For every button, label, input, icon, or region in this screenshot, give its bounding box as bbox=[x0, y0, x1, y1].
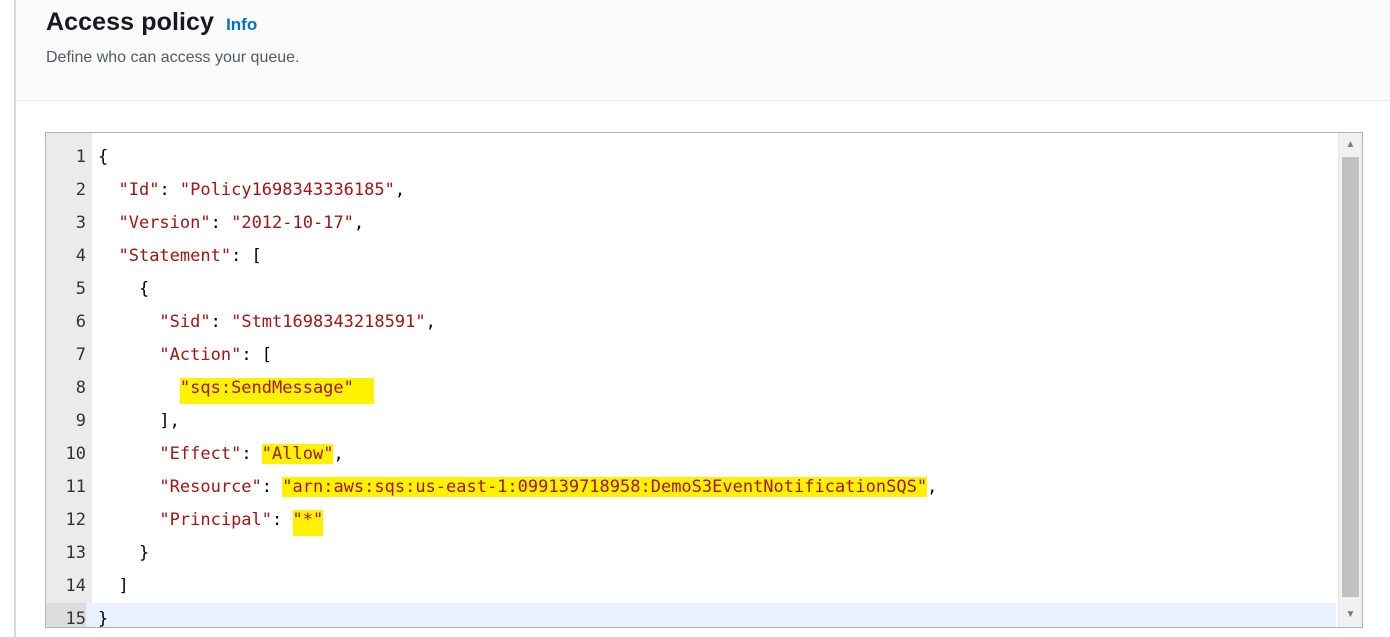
page-description: Define who can access your queue. bbox=[46, 49, 300, 66]
chevron-down-icon[interactable]: ▼ bbox=[1339, 605, 1362, 625]
code-token: : bbox=[241, 444, 262, 464]
code-token: : [ bbox=[241, 345, 273, 365]
info-link[interactable]: Info bbox=[226, 15, 257, 35]
line-number: 1 bbox=[75, 147, 86, 167]
code-token: : bbox=[272, 510, 293, 530]
highlighted-token: "Allow" bbox=[261, 444, 334, 464]
code-token: } bbox=[98, 543, 150, 563]
code-line[interactable]: 2 "Id": "Policy1698343336185", bbox=[46, 174, 1336, 207]
line-number: 10 bbox=[65, 444, 86, 464]
title-row: Access policy Info bbox=[46, 8, 257, 37]
code-text: } bbox=[98, 537, 149, 570]
line-number: 11 bbox=[65, 477, 86, 497]
code-token: ] bbox=[98, 576, 129, 596]
code-text: "Id": "Policy1698343336185", bbox=[98, 174, 405, 207]
code-text: "Action": [ bbox=[98, 339, 272, 372]
code-text: } bbox=[98, 603, 109, 628]
code-token: "Resource" bbox=[159, 477, 262, 497]
code-text: "Version": "2012-10-17", bbox=[98, 207, 364, 240]
code-token: "Policy1698343336185" bbox=[179, 180, 395, 200]
code-token: : [ bbox=[231, 246, 262, 266]
code-token: "Effect" bbox=[159, 444, 242, 464]
line-number: 15 bbox=[46, 603, 86, 627]
code-token: : bbox=[159, 180, 180, 200]
policy-json-editor[interactable]: 1{2 "Id": "Policy1698343336185", 3 "Versi… bbox=[45, 132, 1363, 628]
code-text: "Principal": "*" bbox=[98, 504, 324, 537]
line-number: 3 bbox=[75, 213, 86, 233]
line-number: 7 bbox=[75, 345, 86, 365]
code-token: : bbox=[210, 312, 232, 332]
line-number: 13 bbox=[65, 543, 86, 563]
code-token: { bbox=[98, 147, 109, 167]
code-line[interactable]: 6 "Sid": "Stmt1698343218591", bbox=[46, 306, 1336, 339]
line-number: 5 bbox=[75, 279, 86, 299]
code-line[interactable]: 15} bbox=[46, 603, 1336, 628]
code-line[interactable]: 14 ] bbox=[46, 570, 1336, 603]
line-number: 14 bbox=[65, 576, 86, 596]
code-token: } bbox=[98, 609, 109, 628]
code-token: "Action" bbox=[159, 345, 242, 365]
code-text: { bbox=[98, 141, 108, 174]
line-number: 8 bbox=[75, 378, 86, 398]
code-token: ], bbox=[98, 411, 180, 431]
code-text: { bbox=[98, 273, 149, 306]
code-token: { bbox=[98, 279, 150, 299]
code-line[interactable]: 10 "Effect": "Allow", bbox=[46, 438, 1336, 471]
code-line[interactable]: 5 { bbox=[46, 273, 1336, 306]
highlighted-token: "*" bbox=[292, 510, 324, 536]
line-number: 2 bbox=[75, 180, 86, 200]
code-text: "Effect": "Allow", bbox=[98, 438, 344, 471]
code-text: "Resource": "arn:aws:sqs:us-east-1:09913… bbox=[98, 471, 937, 504]
code-line[interactable]: 3 "Version": "2012-10-17", bbox=[46, 207, 1336, 240]
code-token: , bbox=[353, 213, 365, 233]
code-line[interactable]: 8 "sqs:SendMessage" bbox=[46, 372, 1336, 405]
code-token: : bbox=[261, 477, 283, 497]
editor-scrollbar[interactable]: ▲ ▼ bbox=[1338, 133, 1362, 627]
code-token: "Sid" bbox=[159, 312, 211, 332]
access-policy-header: Access policy Info Define who can access… bbox=[16, 0, 1390, 101]
code-text: "Sid": "Stmt1698343218591", bbox=[98, 306, 436, 339]
scrollbar-thumb[interactable] bbox=[1342, 157, 1359, 597]
code-line[interactable]: 13 } bbox=[46, 537, 1336, 570]
code-line[interactable]: 9 ], bbox=[46, 405, 1336, 438]
code-line[interactable]: 11 "Resource": "arn:aws:sqs:us-east-1:09… bbox=[46, 471, 1336, 504]
line-number: 6 bbox=[75, 312, 86, 332]
line-number: 9 bbox=[75, 411, 86, 431]
code-token: "Statement" bbox=[118, 246, 232, 266]
code-token: "2012-10-17" bbox=[231, 213, 354, 233]
code-line[interactable]: 7 "Action": [ bbox=[46, 339, 1336, 372]
highlighted-token: "arn:aws:sqs:us-east-1:099139718958:Demo… bbox=[282, 477, 928, 497]
code-text: "Statement": [ bbox=[98, 240, 262, 273]
code-text: ], bbox=[98, 405, 180, 438]
code-line[interactable]: 12 "Principal": "*" bbox=[46, 504, 1336, 537]
code-token: , bbox=[425, 312, 436, 332]
code-token: , bbox=[394, 180, 406, 200]
line-number: 4 bbox=[75, 246, 86, 266]
code-token: : bbox=[210, 213, 232, 233]
code-token: "Stmt1698343218591" bbox=[231, 312, 426, 332]
code-text: ] bbox=[98, 570, 129, 603]
code-token: "Principal" bbox=[159, 510, 273, 530]
highlighted-token: "sqs:SendMessage" bbox=[179, 378, 375, 404]
code-text: "sqs:SendMessage" bbox=[98, 372, 375, 405]
chevron-up-icon[interactable]: ▲ bbox=[1339, 135, 1362, 155]
page-title: Access policy bbox=[46, 8, 215, 36]
code-line[interactable]: 4 "Statement": [ bbox=[46, 240, 1336, 273]
code-token: "Id" bbox=[118, 180, 160, 200]
code-token: , bbox=[927, 477, 938, 497]
code-line[interactable]: 1{ bbox=[46, 141, 1336, 174]
code-token: , bbox=[333, 444, 344, 464]
code-token: "Version" bbox=[118, 213, 211, 233]
line-number: 12 bbox=[65, 510, 86, 530]
